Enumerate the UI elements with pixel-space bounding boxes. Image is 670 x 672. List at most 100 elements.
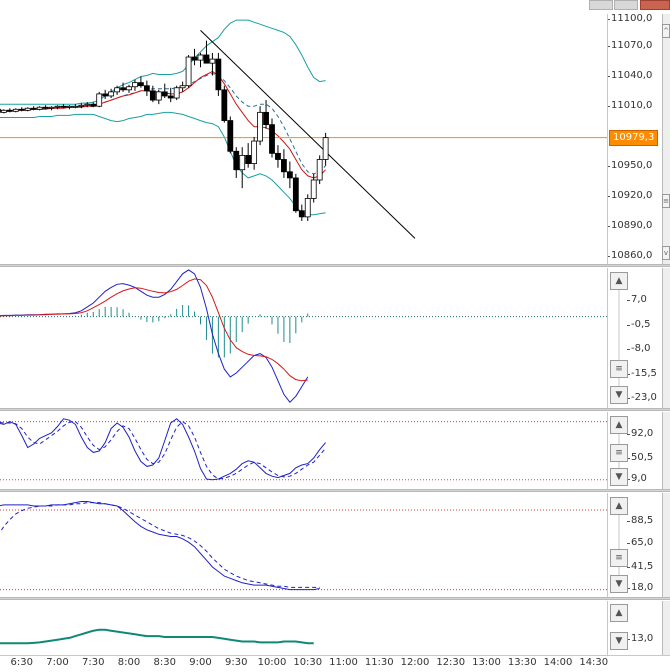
- macd-scroll-edge: [662, 268, 670, 408]
- candle-body: [317, 159, 322, 179]
- macd-tick: -15,5: [631, 368, 657, 379]
- candle-body: [186, 57, 191, 86]
- candle-body: [156, 92, 161, 100]
- close-button[interactable]: [640, 0, 670, 10]
- stoch-fast-tick: 9,0: [631, 473, 647, 484]
- candle-body: [19, 109, 24, 110]
- candle-body: [180, 86, 185, 88]
- time-tick-label: 14:30: [579, 657, 608, 668]
- stoch-slow-scrollbar[interactable]: ▲ ≡ ▼: [610, 497, 630, 595]
- stoch-fast-tick: 92,0: [631, 428, 653, 439]
- price-tick: 11040,0: [611, 70, 652, 81]
- candle-body: [25, 108, 30, 110]
- time-tick-label: 13:00: [472, 657, 501, 668]
- time-tick-label: 13:30: [508, 657, 537, 668]
- stoch-slow-k-line: [0, 502, 320, 590]
- candle-body: [258, 112, 263, 141]
- stoch-fast-chart-svg: [0, 412, 607, 489]
- stoch-slow-tick: 65,0: [631, 537, 653, 548]
- bollinger-lower-line: [0, 112, 326, 214]
- scroll-menu-icon[interactable]: ≡: [662, 194, 670, 208]
- macd-panel[interactable]: [0, 268, 607, 408]
- scroll-menu-icon[interactable]: ≡: [610, 360, 628, 378]
- candle-body: [204, 55, 209, 63]
- moving-average-red-line: [0, 71, 326, 177]
- stoch-slow-d-line: [0, 503, 320, 588]
- time-tick-label: 7:00: [46, 657, 68, 668]
- price-tick: 10920,0: [611, 190, 652, 201]
- scroll-down-icon[interactable]: ▼: [610, 575, 628, 593]
- panel-separator[interactable]: [0, 597, 670, 600]
- candle-body: [73, 106, 78, 107]
- bottom-scrollbar[interactable]: ▲ ▼: [610, 604, 630, 654]
- scroll-down-icon[interactable]: v: [662, 246, 670, 260]
- time-tick-label: 6:30: [11, 657, 33, 668]
- scroll-up-icon[interactable]: ▲: [610, 604, 628, 622]
- bottom-tick: 13,0: [631, 633, 653, 644]
- price-panel[interactable]: [0, 14, 607, 264]
- candle-body: [305, 198, 310, 216]
- scroll-up-icon[interactable]: ▲: [610, 497, 628, 515]
- price-tick: 11070,0: [611, 40, 652, 51]
- panel-separator[interactable]: [0, 408, 670, 411]
- current-price-label: 10979,3: [609, 130, 658, 146]
- candle-body: [79, 105, 84, 106]
- chart-window: 11100,0 11070,0 11040,0 11010,0 10950,0 …: [0, 0, 670, 671]
- macd-line: [0, 270, 308, 402]
- scroll-menu-icon[interactable]: ≡: [610, 444, 628, 462]
- bottom-indicator-panel[interactable]: [0, 601, 607, 655]
- time-tick-label: 14:00: [544, 657, 573, 668]
- time-tick-label: 8:00: [118, 657, 140, 668]
- scroll-down-icon[interactable]: ▼: [610, 386, 628, 404]
- panel-separator[interactable]: [0, 264, 670, 267]
- candle-body: [299, 211, 304, 217]
- scroll-down-icon[interactable]: ▼: [610, 632, 628, 650]
- macd-signal-line: [0, 279, 308, 381]
- stoch-fast-scroll-edge: [662, 412, 670, 489]
- price-chart-svg: [0, 14, 607, 264]
- time-tick-label: 11:30: [365, 657, 394, 668]
- candle-body: [91, 104, 96, 106]
- candle-body: [281, 159, 286, 171]
- stoch-slow-chart-svg: [0, 493, 607, 597]
- time-tick-label: 10:00: [258, 657, 287, 668]
- candle-body: [121, 88, 126, 90]
- stoch-slow-tick: 88,5: [631, 515, 653, 526]
- candle-body: [7, 110, 12, 111]
- price-tick: 10950,0: [611, 160, 652, 171]
- candle-body: [103, 94, 108, 96]
- scroll-down-icon[interactable]: ▼: [610, 468, 628, 486]
- stoch-k-line: [0, 419, 326, 480]
- stoch-fast-panel[interactable]: [0, 412, 607, 489]
- candle-body: [162, 92, 167, 96]
- candle-body: [150, 91, 155, 100]
- candle-body: [275, 153, 280, 159]
- macd-tick: -0,5: [631, 319, 651, 330]
- candle-body: [293, 178, 298, 211]
- scroll-up-icon[interactable]: ▲: [610, 272, 628, 290]
- bottom-scroll-edge: [662, 601, 670, 655]
- panel-separator[interactable]: [0, 489, 670, 492]
- macd-tick: -8,0: [631, 343, 651, 354]
- macd-chart-svg: [0, 268, 607, 408]
- bottom-chart-svg: [0, 601, 607, 655]
- scroll-menu-icon[interactable]: ≡: [610, 549, 628, 567]
- candle-body: [234, 151, 239, 169]
- candle-body: [287, 172, 292, 178]
- scroll-up-icon[interactable]: ^: [662, 24, 670, 38]
- time-tick-label: 9:00: [189, 657, 211, 668]
- price-tick: 10890,0: [611, 220, 652, 231]
- stoch-d-line: [0, 421, 326, 479]
- restore-button[interactable]: [614, 0, 638, 10]
- stoch-slow-panel[interactable]: [0, 493, 607, 597]
- scroll-up-icon[interactable]: ▲: [610, 416, 628, 434]
- minimize-button[interactable]: [589, 0, 613, 10]
- stoch-fast-scrollbar[interactable]: ▲ ≡ ▼: [610, 416, 630, 488]
- candle-body: [246, 155, 251, 163]
- macd-scrollbar[interactable]: ▲ ≡ ▼: [610, 272, 630, 406]
- candle-body: [138, 83, 143, 86]
- price-tick: 10860,0: [611, 250, 652, 261]
- stoch-slow-tick: 41,5: [631, 561, 653, 572]
- candle-body: [168, 96, 173, 98]
- candle-body: [198, 55, 203, 60]
